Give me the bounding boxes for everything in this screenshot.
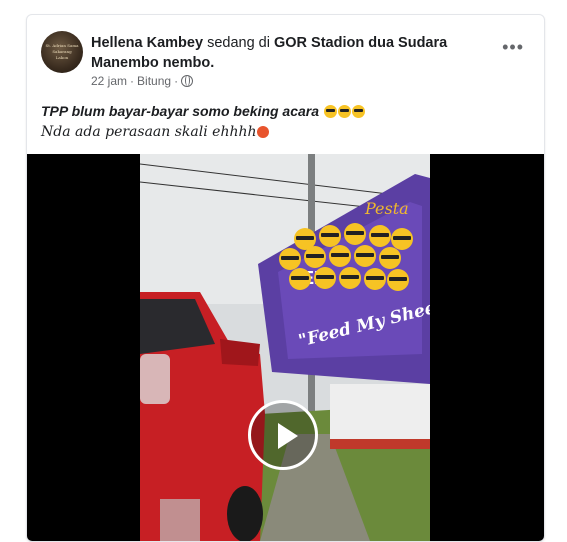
post-text-line-1: TPP blum bayar-bayar somo beking acara [41,103,365,119]
sunglasses-emoji-icon [351,105,365,118]
post-text-1: TPP blum bayar-bayar somo beking acara [41,103,320,119]
play-button[interactable] [248,400,318,470]
angry-emoji-icon [256,126,269,138]
more-options-icon[interactable]: ••• [502,37,524,58]
post-location: Bitung [137,74,172,88]
sunglasses-emoji-icon [323,105,337,118]
avatar-text-3: Lakon [55,55,69,60]
post-text-2: Nda ada perasaan skali ehhhh [41,124,257,140]
avatar-text-1: St. Adrian Sama [45,43,79,48]
video-thumbnail: Pesta SEMI "Feed My Sheep" [140,154,430,541]
globe-icon [181,75,194,87]
avatar-text-2: Sakarang [52,49,72,54]
post-header: Hellena Kambey sedang di GOR Stadion dua… [91,33,481,73]
post-meta: 22 jam · Bitung · [91,74,194,88]
banner-script: Pesta [364,199,409,218]
post-card: St. Adrian Sama Sakarang Lakon Hellena K… [26,14,545,542]
author-name[interactable]: Hellena Kambey [91,35,203,51]
sunglasses-emoji-icon [337,105,351,118]
avatar[interactable]: St. Adrian Sama Sakarang Lakon [41,31,83,73]
emoji-cluster [279,223,413,291]
video-player[interactable]: Pesta SEMI "Feed My Sheep" [27,154,544,541]
post-text-line-2: Nda ada perasaan skali ehhhh [41,124,269,140]
activity-text: sedang di [207,35,270,51]
thumbnail-scene: Pesta SEMI "Feed My Sheep" [140,154,430,541]
post-time[interactable]: 22 jam [91,74,127,88]
